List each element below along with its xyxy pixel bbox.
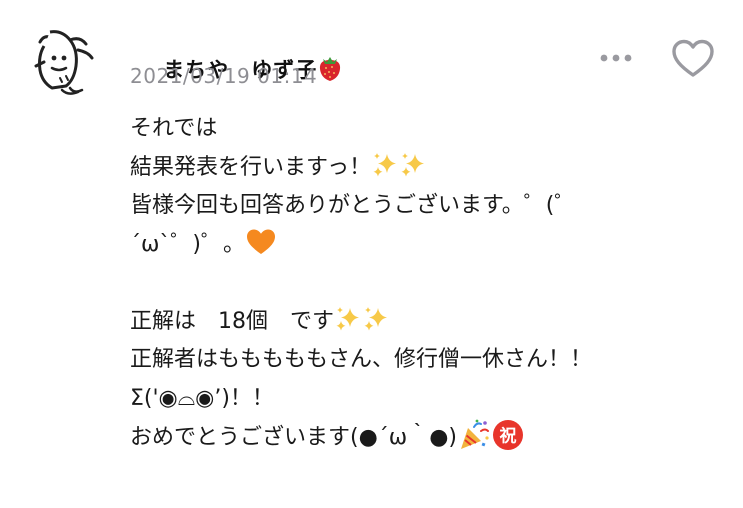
sparkles-icon [401, 152, 425, 176]
sparkles-icon [364, 306, 387, 330]
like-button[interactable] [670, 36, 716, 82]
avatar-illustration [34, 30, 94, 95]
post-line-text: 皆様今回も回答ありがとうございます。゜(゜ [130, 193, 577, 218]
post-body: それでは 結果発表を行いますっ！ 皆様今回も回答ありがとうございます。゜(゜ ´… [130, 110, 720, 457]
post-line: 正解者はもももももさん、修行僧一休さん！！ [130, 341, 720, 380]
post-line: ´ω`゜)゜。 [130, 226, 720, 265]
strawberry-icon [320, 57, 341, 81]
orange-heart-icon [247, 229, 276, 254]
post-timestamp: 2021/03/19 01:14 [130, 64, 318, 88]
sparkles-icon [336, 306, 359, 330]
avatar[interactable] [22, 22, 106, 106]
post-line: おめでとうございます(●´ω｀●) 祝 [130, 418, 720, 457]
post-line-text: おめでとうございます(●´ω｀●) [130, 425, 457, 450]
post-line-text: ´ω`゜)゜。 [130, 231, 246, 257]
party-popper-icon [460, 419, 489, 449]
post-line: Σ('◉⌓◉’)！！ [130, 380, 720, 419]
post-line-text: Σ('◉⌓◉’)！！ [130, 385, 274, 411]
more-dots-icon [600, 54, 632, 62]
post-line-blank [130, 264, 720, 303]
post-line: 結果発表を行いますっ！ [130, 149, 720, 188]
more-options-button[interactable] [596, 48, 636, 68]
sparkles-icon [373, 152, 397, 176]
post-line-text: 正解者はもももももさん、修行僧一休さん！！ [130, 347, 593, 372]
post-line-text: 結果発表を行いますっ！ [130, 154, 372, 180]
post-line-text: それでは [130, 116, 218, 141]
post-line-text: 正解は 18個 です [130, 308, 334, 334]
post-line: それでは [130, 110, 720, 149]
svg-text:祝: 祝 [499, 427, 516, 447]
post-line: 正解は 18個 です [130, 303, 720, 342]
heart-outline-icon [672, 39, 714, 77]
celebrate-kanji-icon: 祝 [492, 420, 523, 450]
post-line: 皆様今回も回答ありがとうございます。゜(゜ [130, 187, 720, 226]
